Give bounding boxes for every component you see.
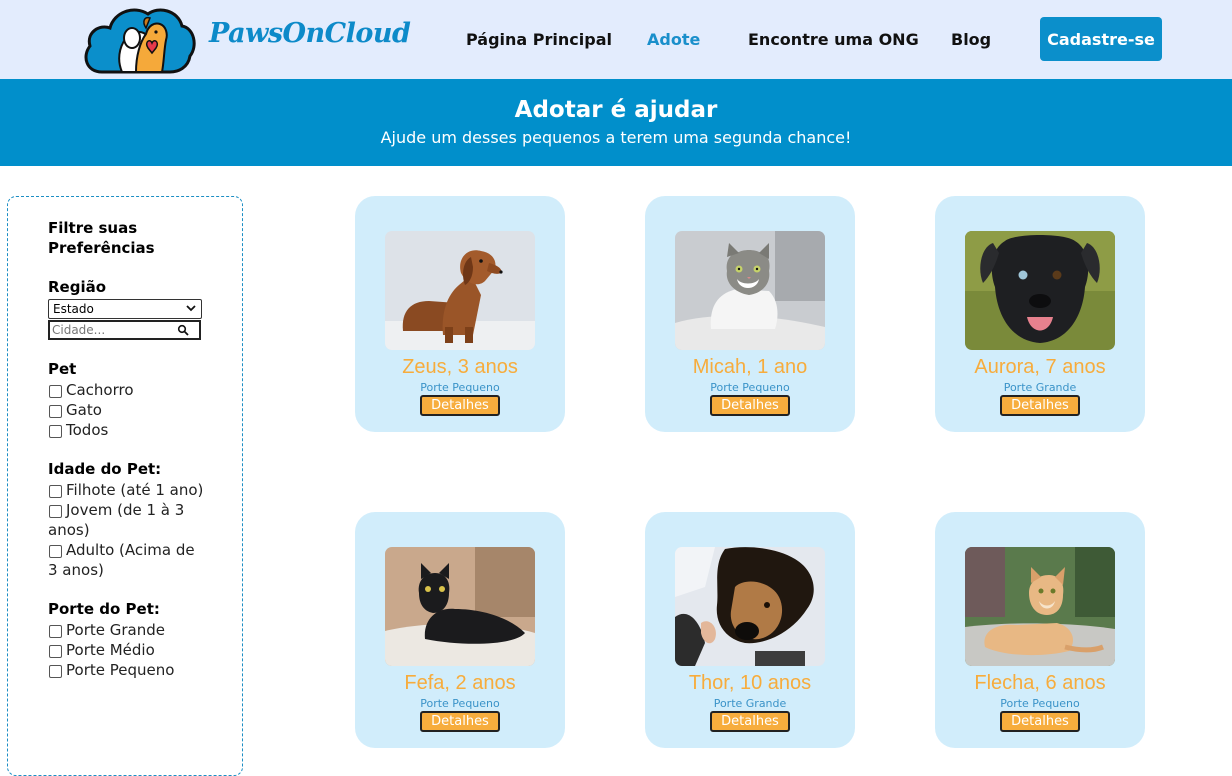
details-button[interactable]: Detalhes xyxy=(420,711,500,732)
pet-size: Porte Grande xyxy=(1003,381,1077,394)
pet-card[interactable]: Fefa, 2 anos Porte Pequeno Detalhes xyxy=(355,512,565,748)
details-button[interactable]: Detalhes xyxy=(1000,711,1080,732)
checkbox-box[interactable] xyxy=(49,385,62,398)
size-title: Porte do Pet: xyxy=(48,600,160,618)
details-button[interactable]: Detalhes xyxy=(710,395,790,416)
checkbox-box[interactable] xyxy=(49,645,62,658)
checkbox-cachorro[interactable]: Cachorro xyxy=(48,380,208,400)
nav-pagina-principal[interactable]: Página Principal xyxy=(466,30,612,49)
banner-subtitle: Ajude um desses pequenos a terem uma seg… xyxy=(380,128,852,147)
checkbox-box[interactable] xyxy=(49,505,62,518)
region-title: Região xyxy=(48,278,107,296)
pet-photo-tabby-cat[interactable] xyxy=(675,231,825,350)
pet-name: Fefa, 2 anos xyxy=(404,672,516,694)
pet-card[interactable]: Thor, 10 anos Porte Grande Detalhes xyxy=(645,512,855,748)
checkbox-box[interactable] xyxy=(49,425,62,438)
pet-photo-dog-in-snow[interactable] xyxy=(675,547,825,666)
checkbox-filhote[interactable]: Filhote (até 1 ano) xyxy=(48,480,208,500)
city-search-input[interactable]: Cidade... xyxy=(48,320,201,340)
checkbox-box[interactable] xyxy=(49,625,62,638)
checkbox-porte-pequeno[interactable]: Porte Pequeno xyxy=(48,660,208,680)
pet-name: Zeus, 3 anos xyxy=(402,356,518,378)
nav-blog[interactable]: Blog xyxy=(951,30,991,49)
checkbox-box[interactable] xyxy=(49,545,62,558)
checkbox-jovem[interactable]: Jovem (de 1 à 3 anos) xyxy=(48,500,208,540)
pet-size: Porte Pequeno xyxy=(710,381,790,394)
logo-cloud-pets-icon[interactable] xyxy=(82,6,196,74)
pet-card[interactable]: Aurora, 7 anos Porte Grande Detalhes xyxy=(935,196,1145,432)
checkbox-gato[interactable]: Gato xyxy=(48,400,208,420)
pet-card[interactable]: Micah, 1 ano Porte Pequeno Detalhes xyxy=(645,196,855,432)
pet-photo-orange-cat[interactable] xyxy=(965,547,1115,666)
pet-name: Thor, 10 anos xyxy=(688,672,812,694)
city-placeholder: Cidade... xyxy=(52,323,106,337)
checkbox-todos[interactable]: Todos xyxy=(48,420,208,440)
details-button[interactable]: Detalhes xyxy=(420,395,500,416)
signup-button[interactable]: Cadastre-se xyxy=(1040,17,1162,61)
pet-name: Flecha, 6 anos xyxy=(974,672,1106,694)
checkbox-box[interactable] xyxy=(49,485,62,498)
nav-encontre-ong[interactable]: Encontre uma ONG xyxy=(748,30,919,49)
pet-size: Porte Grande xyxy=(713,697,787,710)
checkbox-porte-medio[interactable]: Porte Médio xyxy=(48,640,208,660)
search-icon[interactable] xyxy=(177,324,189,336)
pet-photo-black-dog[interactable] xyxy=(965,231,1115,350)
details-button[interactable]: Detalhes xyxy=(1000,395,1080,416)
checkbox-adulto[interactable]: Adulto (Acima de 3 anos) xyxy=(48,540,208,580)
details-button[interactable]: Detalhes xyxy=(710,711,790,732)
banner-title: Adotar é ajudar xyxy=(514,97,718,123)
state-select[interactable]: Estado xyxy=(48,299,202,319)
hero-banner: Adotar é ajudar Ajude um desses pequenos… xyxy=(0,79,1232,166)
filter-sidebar: Filtre suas Preferências Região Estado C… xyxy=(7,196,243,776)
logo-text[interactable]: PawsOnCloud xyxy=(209,18,411,49)
pet-name: Aurora, 7 anos xyxy=(974,356,1106,378)
pet-size: Porte Pequeno xyxy=(420,697,500,710)
pet-photo-black-cat[interactable] xyxy=(385,547,535,666)
checkbox-box[interactable] xyxy=(49,405,62,418)
checkbox-porte-grande[interactable]: Porte Grande xyxy=(48,620,208,640)
top-navbar: PawsOnCloud Página Principal Adote Encon… xyxy=(0,0,1232,79)
pet-card[interactable]: Zeus, 3 anos Porte Pequeno Detalhes xyxy=(355,196,565,432)
filter-title: Filtre suas Preferências xyxy=(48,219,155,257)
pet-type-title: Pet xyxy=(48,360,77,378)
nav-adote[interactable]: Adote xyxy=(647,30,700,49)
pet-size: Porte Pequeno xyxy=(420,381,500,394)
age-title: Idade do Pet: xyxy=(48,460,162,478)
chevron-down-icon xyxy=(186,305,196,312)
checkbox-box[interactable] xyxy=(49,665,62,678)
pet-card[interactable]: Flecha, 6 anos Porte Pequeno Detalhes xyxy=(935,512,1145,748)
pet-photo-dachshund[interactable] xyxy=(385,231,535,350)
pet-name: Micah, 1 ano xyxy=(692,356,808,378)
pet-size: Porte Pequeno xyxy=(1000,697,1080,710)
state-select-value: Estado xyxy=(53,302,94,316)
